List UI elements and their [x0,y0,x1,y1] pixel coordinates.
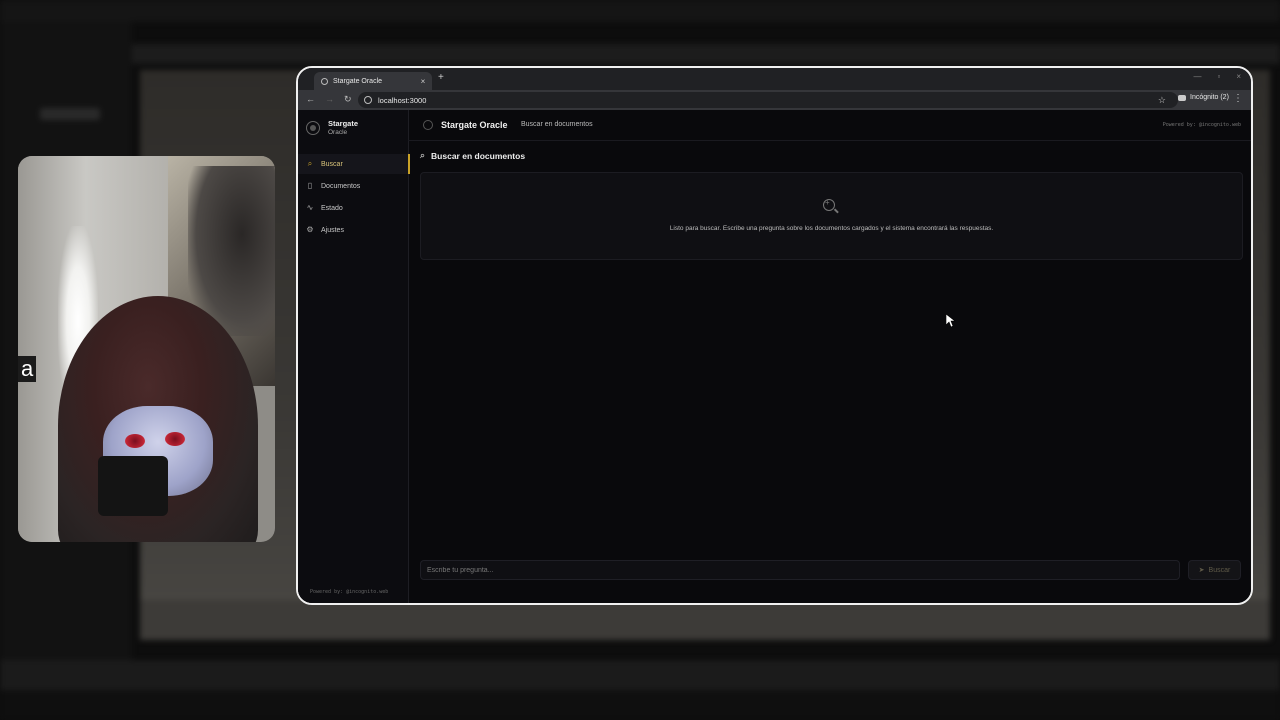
url-bar[interactable]: localhost:3000 ☆ [358,92,1178,108]
webcam-microphone [98,456,168,516]
background-floor [140,600,1270,640]
window-controls: — ▫ × [1193,72,1241,81]
page-title-text: Buscar en documentos [431,150,526,161]
close-icon[interactable]: × [418,77,428,86]
sidebar-powered-by: Powered by: @incognito.web [310,589,389,595]
browser-menu-icon[interactable]: ⋮ [1233,93,1243,104]
background-statusbar [0,690,1280,720]
background-topbar [0,0,1280,22]
sidebar: Stargate Oracle ⌕ Buscar ▯ Documentos ∿ … [298,110,410,603]
webcam-eye-left [125,434,145,448]
header-subtitle: Buscar en documentos [521,121,593,128]
sidebar-brand: Stargate Oracle [306,119,358,137]
navigation-buttons: ← → ↻ [306,94,352,105]
search-icon: ⌕ [420,150,426,160]
document-icon: ▯ [307,181,313,190]
browser-tab[interactable]: Stargate Oracle × [314,72,432,90]
new-tab-button[interactable]: + [438,72,444,83]
sidebar-item-label: Ajustes [321,226,344,234]
background-toolbar [132,44,1280,64]
tab-bar: Stargate Oracle × + — ▫ × [298,68,1251,90]
incognito-indicator[interactable]: Incógnito (2) [1178,94,1229,101]
sidebar-item-label: Buscar [321,160,343,168]
empty-state-message: Listo para buscar. Escribe una pregunta … [669,225,994,232]
sidebar-item-estado[interactable]: ∿ Estado [298,198,408,218]
sidebar-item-documentos[interactable]: ▯ Documentos [298,176,408,196]
maximize-button[interactable]: ▫ [1217,72,1220,81]
header-title: Stargate Oracle [441,120,508,130]
app-header: Stargate Oracle Buscar en documentos Pow… [408,110,1251,141]
search-button-label: Buscar [1208,566,1231,574]
close-window-button[interactable]: × [1236,72,1241,81]
sidebar-item-buscar[interactable]: ⌕ Buscar [298,154,410,174]
incognito-icon [1178,94,1186,101]
site-info-icon[interactable] [364,96,372,104]
main-content: ⌕ Buscar en documentos Listo para buscar… [420,150,1243,260]
query-row: ➤ Buscar [420,560,1241,580]
sidebar-item-label: Estado [321,204,343,212]
zoom-in-icon [823,198,835,211]
sidebar-item-label: Documentos [321,182,361,190]
webcam-eye-right [165,432,185,446]
sidebar-item-ajustes[interactable]: ⚙ Ajustes [298,220,408,240]
back-arrow-icon[interactable]: ← [306,94,315,105]
webcam-overlay: a [18,156,275,542]
address-toolbar: ← → ↻ localhost:3000 ☆ Incógnito (2) ⋮ [298,90,1251,110]
stargate-logo-icon [306,121,320,135]
search-icon: ⌕ [307,159,313,168]
tab-title: Stargate Oracle [333,77,383,85]
header-logo-icon [423,120,433,130]
search-button[interactable]: ➤ Buscar [1188,560,1241,580]
brand-name: Stargate [328,119,359,128]
webcam-caption: a [18,356,37,382]
brand-subname: Oracle [328,129,348,136]
background-bottombar [0,660,1280,690]
gear-icon: ⚙ [306,225,314,234]
url-text: localhost:3000 [378,95,427,105]
bookmark-star-icon[interactable]: ☆ [1158,95,1166,106]
incognito-label: Incógnito (2) [1190,94,1229,101]
browser-window: Stargate Oracle × + — ▫ × ← → ↻ localhos… [296,66,1253,605]
minimize-button[interactable]: — [1193,72,1201,81]
activity-icon: ∿ [306,203,314,212]
reload-icon[interactable]: ↻ [344,94,352,105]
header-powered-by: Powered by: @incognito.web [1162,122,1241,128]
question-input[interactable] [420,560,1180,580]
empty-state-card: Listo para buscar. Escribe una pregunta … [420,172,1243,260]
page-title: ⌕ Buscar en documentos [420,150,1241,161]
app-root: Stargate Oracle ⌕ Buscar ▯ Documentos ∿ … [298,110,1251,603]
send-icon: ➤ [1198,567,1205,574]
globe-icon [321,77,328,85]
forward-arrow-icon[interactable]: → [325,94,334,105]
